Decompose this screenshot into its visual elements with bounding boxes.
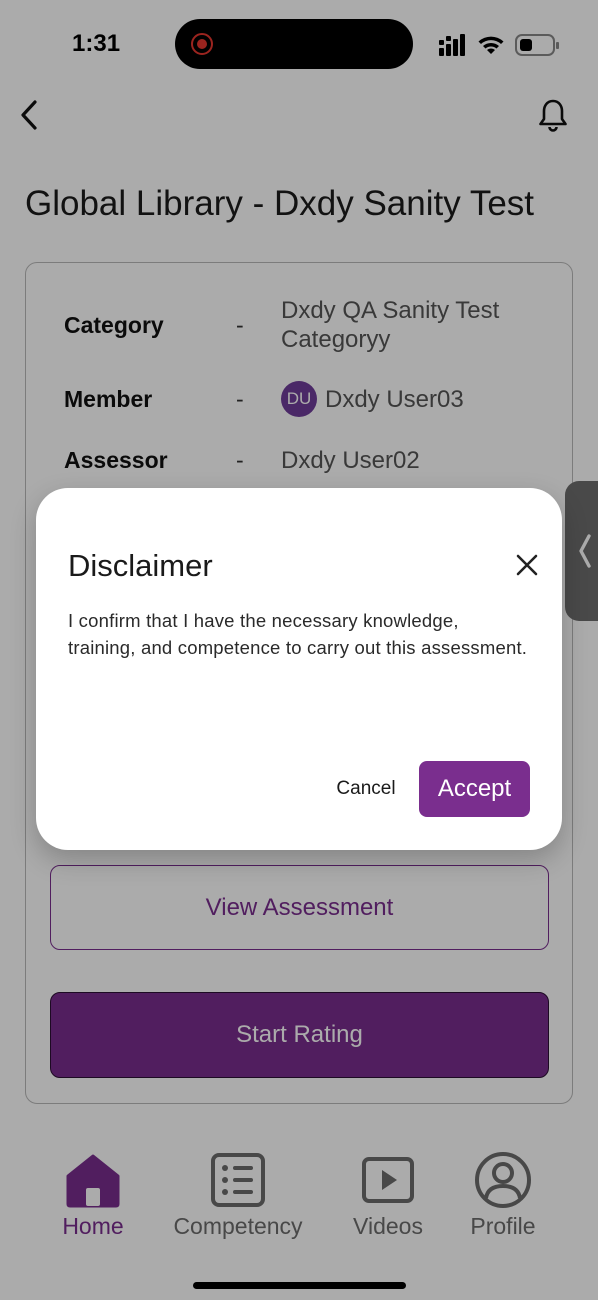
disclaimer-dialog: Disclaimer I confirm that I have the nec… — [36, 488, 562, 850]
close-icon — [516, 554, 538, 576]
dialog-message: I confirm that I have the necessary know… — [68, 610, 528, 658]
app-screen: 1:31 Global Library - Dxdy Sanity Test C… — [0, 0, 598, 1300]
cancel-button[interactable]: Cancel — [322, 764, 410, 814]
close-button[interactable] — [510, 548, 544, 582]
dialog-title: Disclaimer — [68, 548, 213, 583]
accept-button[interactable]: Accept — [419, 761, 530, 817]
